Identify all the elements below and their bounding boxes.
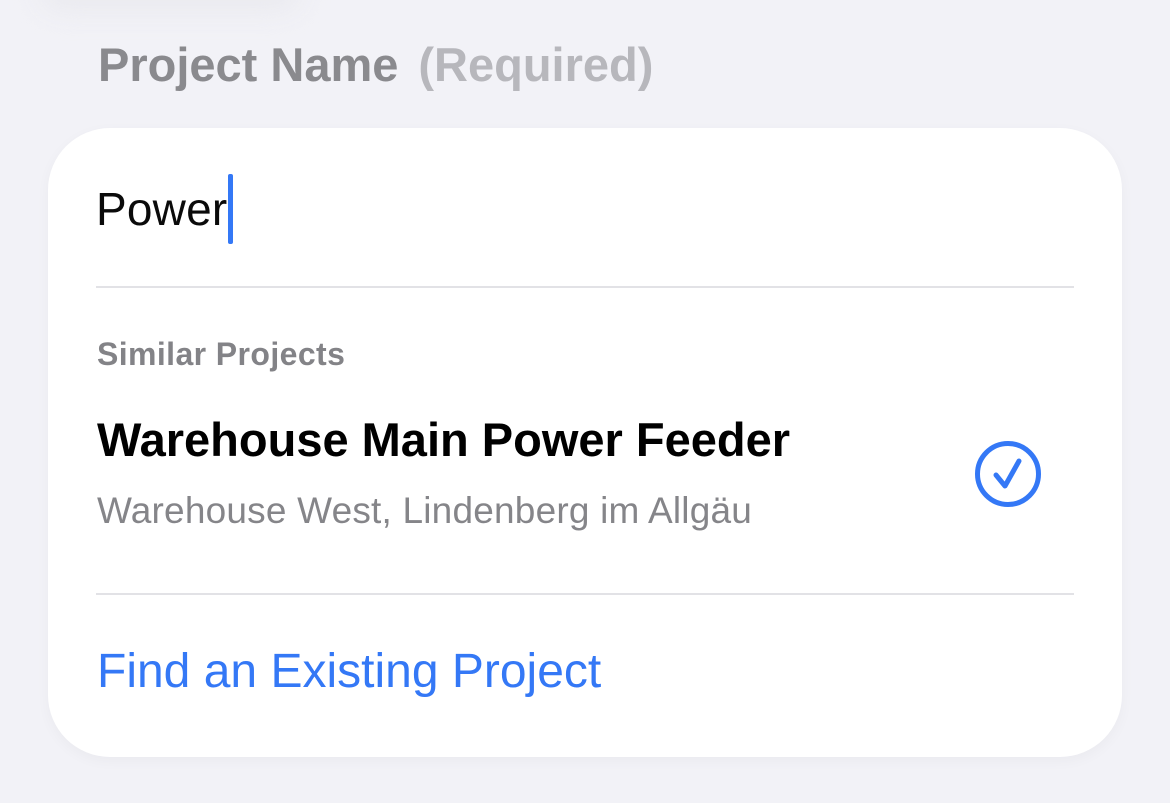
similar-projects-label: Similar Projects: [97, 336, 346, 372]
divider: [96, 286, 1074, 288]
background-highlight: [40, 0, 300, 10]
project-name-card: Power Similar Projects Warehouse Main Po…: [48, 128, 1122, 757]
required-label: (Required): [418, 37, 654, 91]
project-name-input[interactable]: Power: [96, 174, 234, 244]
section-title: Project Name: [98, 37, 399, 91]
section-header: Project Name (Required): [98, 34, 653, 94]
similar-project-title: Warehouse Main Power Feeder: [97, 413, 790, 466]
similar-project-row[interactable]: Warehouse Main Power Feeder Warehouse We…: [48, 398, 1122, 548]
text-cursor: [228, 174, 234, 244]
project-name-value[interactable]: Power: [96, 182, 227, 236]
checkmark-circle-icon[interactable]: [974, 440, 1042, 508]
divider: [96, 593, 1074, 595]
find-existing-project-link[interactable]: Find an Existing Project: [97, 644, 601, 699]
similar-project-location: Warehouse West, Lindenberg im Allgäu: [97, 490, 753, 531]
